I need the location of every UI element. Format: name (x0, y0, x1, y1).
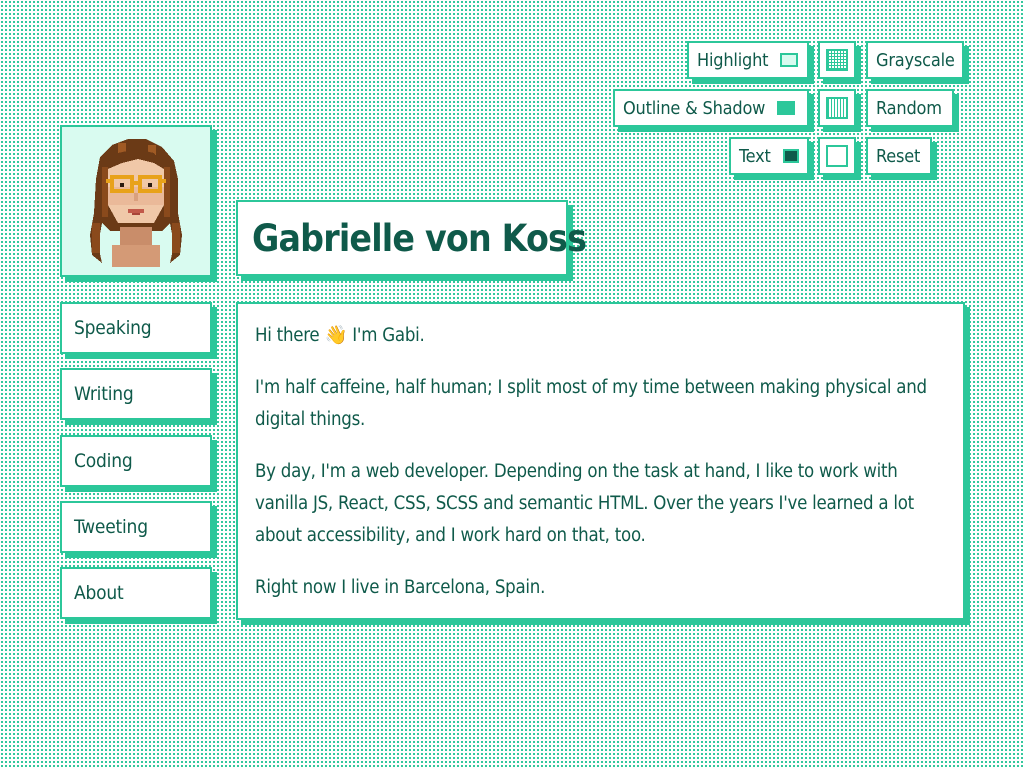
name-heading-box: Gabrielle von Koss (236, 200, 587, 276)
highlight-swatch (780, 53, 799, 67)
nav-item-about[interactable]: About (60, 567, 212, 619)
nav-item-speaking[interactable]: Speaking (60, 302, 212, 354)
grayscale-button[interactable]: Grayscale (866, 41, 964, 79)
nav-item-coding[interactable]: Coding (60, 435, 212, 487)
highlight-label: Highlight (697, 49, 769, 71)
nav-item-label: Tweeting (74, 516, 148, 538)
nav-item-tweeting[interactable]: Tweeting (60, 501, 212, 553)
pixel-portrait-image (90, 139, 182, 267)
reset-label: Reset (876, 145, 921, 167)
text-swatch (782, 149, 799, 163)
lines-pattern-button[interactable] (818, 89, 856, 127)
avatar (60, 125, 212, 277)
no-pattern-button[interactable] (818, 137, 856, 175)
empty-pattern-icon (826, 145, 848, 167)
grid-pattern-button[interactable] (818, 41, 856, 79)
outline-shadow-color-control[interactable]: Outline & Shadow (613, 89, 809, 127)
nav-item-label: About (74, 582, 124, 604)
text-label: Text (739, 145, 771, 167)
reset-button[interactable]: Reset (866, 137, 932, 175)
page-title: Gabrielle von Koss (252, 216, 587, 260)
outline-shadow-label: Outline & Shadow (623, 97, 766, 119)
outline-shadow-swatch (777, 101, 796, 115)
grid-pattern-icon (826, 49, 848, 71)
lines-pattern-icon (826, 97, 848, 119)
nav-item-writing[interactable]: Writing (60, 368, 212, 420)
intro-paragraph-2: By day, I'm a web developer. Depending o… (255, 461, 914, 546)
text-color-control[interactable]: Text (729, 137, 809, 175)
intro-content-box: Hi there 👋 I'm Gabi. I'm half caffeine, … (236, 302, 965, 620)
greeting-text: Hi there 👋 I'm Gabi. (255, 325, 425, 346)
random-button[interactable]: Random (866, 89, 954, 127)
nav-item-label: Coding (74, 450, 133, 472)
nav-item-label: Speaking (74, 317, 152, 339)
intro-paragraph-1: I'm half caffeine, half human; I split m… (255, 377, 927, 430)
grayscale-label: Grayscale (876, 49, 955, 71)
random-label: Random (876, 97, 942, 119)
intro-paragraph-3: Right now I live in Barcelona, Spain. (255, 577, 546, 598)
highlight-color-control[interactable]: Highlight (687, 41, 809, 79)
nav-item-label: Writing (74, 383, 134, 405)
